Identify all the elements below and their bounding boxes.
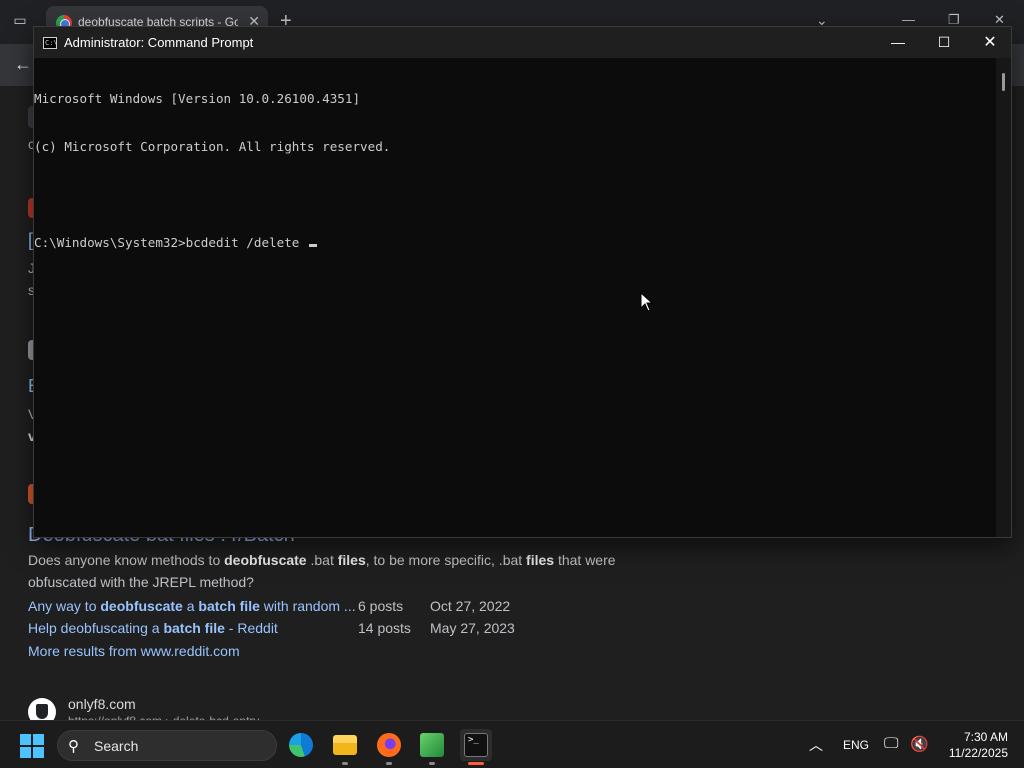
sitelink-keyword: batch file <box>198 598 260 614</box>
snippet-text: Does anyone know methods to <box>28 552 225 568</box>
sitelink-row: Any way to deobfuscate a batch file with… <box>28 598 548 620</box>
sitelink-date: Oct 27, 2022 <box>430 598 511 614</box>
language-indicator[interactable]: ENG <box>843 738 869 752</box>
browser-minimize-button[interactable]: — <box>902 12 915 27</box>
sitelink-text: - Reddit <box>224 620 278 636</box>
sitelink-keyword: deobfuscate <box>100 598 183 614</box>
site-name[interactable]: onlyf8.com <box>68 696 136 712</box>
window-title: Administrator: Command Prompt <box>64 35 254 50</box>
scrollbar-thumb[interactable] <box>1002 73 1005 91</box>
firefox-taskbar-button[interactable] <box>373 729 405 765</box>
sitelink-text: with random ... <box>259 598 356 614</box>
sitelink-text: Help deobfuscating a <box>28 620 164 636</box>
clock-time: 7:30 AM <box>963 730 1008 744</box>
sitelink-text: Any way to <box>28 598 101 614</box>
file-explorer-taskbar-button[interactable] <box>329 729 361 765</box>
snippet-text: .bat <box>306 552 338 568</box>
search-placeholder: Search <box>94 738 139 754</box>
running-indicator <box>342 762 348 765</box>
sitelinks: Any way to deobfuscate a batch file with… <box>28 598 548 642</box>
sitelink-date: May 27, 2023 <box>430 620 515 636</box>
volume-icon[interactable]: 🔇 <box>910 735 929 753</box>
sitelink-keyword: batch file <box>163 620 225 636</box>
tray-chevron-up-icon[interactable]: ︿ <box>809 735 823 755</box>
sitelink-posts: 6 posts <box>358 598 404 614</box>
more-results-link[interactable]: More results from www.reddit.com <box>28 643 240 659</box>
title-bar[interactable]: C:\ Administrator: Command Prompt — ☐ ✕ <box>34 27 1011 58</box>
console-icon: C:\ <box>43 37 58 49</box>
running-indicator <box>429 762 435 765</box>
sitelink[interactable]: Help deobfuscating a batch file - Reddit <box>28 620 278 636</box>
snippet-keyword: deobfuscate <box>224 552 307 568</box>
command-input[interactable]: C:\Windows\System32>bcdedit /delete <box>34 235 307 250</box>
command-prompt-window[interactable]: C:\ Administrator: Command Prompt — ☐ ✕ … <box>33 26 1012 538</box>
console-line: Microsoft Windows [Version 10.0.26100.43… <box>34 91 361 106</box>
notepad-icon <box>420 733 444 757</box>
active-indicator <box>468 762 484 765</box>
text-cursor <box>308 244 317 247</box>
sitelink-row: Help deobfuscating a batch file - Reddit… <box>28 620 548 642</box>
back-arrow-icon[interactable]: ← <box>14 54 32 75</box>
minimize-button[interactable]: — <box>875 27 921 58</box>
console-prompt-line[interactable]: C:\Windows\System32>bcdedit /delete <box>34 235 996 251</box>
edge-taskbar-button[interactable] <box>285 729 317 761</box>
firefox-icon <box>377 733 401 757</box>
snippet-keyword: files <box>526 552 555 568</box>
console-line: (c) Microsoft Corporation. All rights re… <box>34 139 391 154</box>
search-icon: ⚲ <box>68 738 79 755</box>
sitelink-posts: 14 posts <box>358 620 411 636</box>
network-icon[interactable]: 🖵 <box>884 735 898 752</box>
clock[interactable]: 7:30 AM 11/22/2025 <box>938 729 1008 761</box>
vertical-scrollbar[interactable] <box>996 58 1011 537</box>
result-snippet: Does anyone know methods to deobfuscate … <box>28 549 628 593</box>
folder-icon <box>333 735 357 755</box>
terminal-icon: >_ <box>464 733 488 757</box>
snippet-text: , to be more specific, .bat <box>365 552 527 568</box>
notepad-taskbar-button[interactable] <box>416 729 448 765</box>
taskbar: ⚲ Search >_ ︿ ENG 🖵 🔇 7:30 AM 11/22/2025 <box>0 720 1024 768</box>
running-indicator <box>386 762 392 765</box>
snippet-keyword: files <box>337 552 366 568</box>
close-button[interactable]: ✕ <box>967 27 1013 58</box>
maximize-button[interactable]: ☐ <box>921 27 967 58</box>
terminal-taskbar-button[interactable]: >_ <box>460 729 492 765</box>
clock-date: 11/22/2025 <box>948 746 1008 760</box>
taskbar-search[interactable]: ⚲ Search <box>57 730 277 761</box>
sitelink[interactable]: Any way to deobfuscate a batch file with… <box>28 598 356 614</box>
sitelink-text: a <box>182 598 199 614</box>
console-output[interactable]: Microsoft Windows [Version 10.0.26100.43… <box>34 58 996 537</box>
tab-search-icon[interactable]: ▭ <box>8 12 32 34</box>
windows-start-icon[interactable] <box>20 734 44 758</box>
edge-icon <box>289 733 313 757</box>
